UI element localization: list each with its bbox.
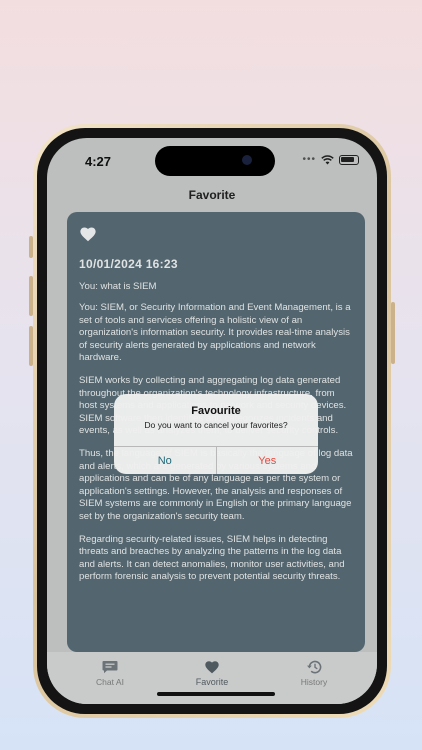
chat-icon	[102, 661, 118, 674]
heart-icon	[205, 661, 219, 674]
tab-bar: Chat AI Favorite History	[47, 652, 377, 704]
tab-chat-ai[interactable]: Chat AI	[59, 652, 161, 704]
tab-label: Favorite	[195, 677, 229, 687]
yes-button[interactable]: Yes	[217, 447, 319, 474]
dialog-title: Favourite	[191, 405, 241, 417]
history-icon	[307, 660, 322, 674]
silent-switch	[29, 236, 33, 258]
cancel-favorite-dialog: Favourite Do you want to cancel your fav…	[114, 394, 318, 474]
home-indicator[interactable]	[157, 692, 275, 696]
tab-history[interactable]: History	[263, 652, 365, 704]
dialog-message: Do you want to cancel your favorites?	[144, 420, 288, 430]
volume-down-button	[29, 326, 33, 366]
tab-label: History	[300, 677, 328, 687]
screen: 4:27 ••• Favorite 10/01/2024 16:23 You: …	[47, 138, 377, 704]
tab-label: Chat AI	[96, 677, 124, 687]
power-button	[391, 302, 395, 364]
phone-frame: 4:27 ••• Favorite 10/01/2024 16:23 You: …	[29, 124, 395, 718]
tab-favorite[interactable]: Favorite	[161, 652, 263, 704]
volume-up-button	[29, 276, 33, 316]
no-button[interactable]: No	[114, 447, 217, 474]
